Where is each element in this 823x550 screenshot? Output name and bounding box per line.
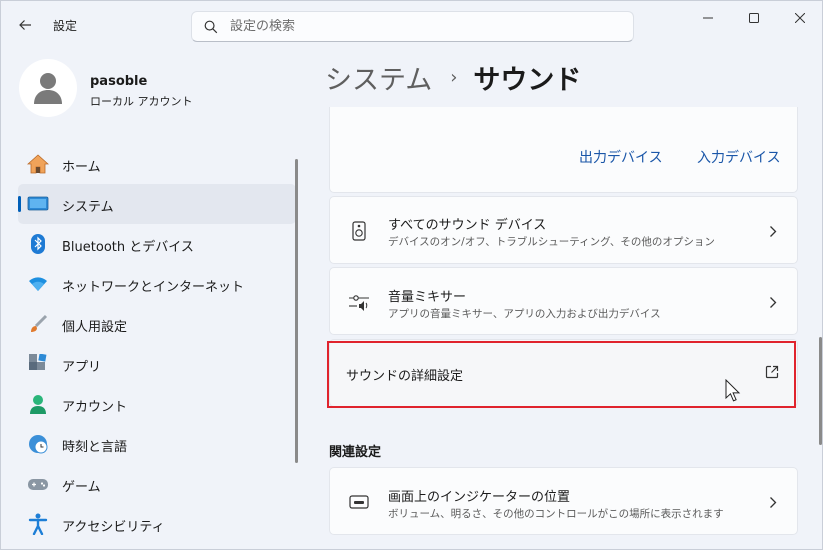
settings-window: 設定 pasoble ローカル アカウント ホーム [0, 0, 823, 550]
accessibility-icon [27, 513, 49, 535]
sidebar-item-accessibility[interactable]: アクセシビリティ [18, 504, 296, 544]
indicator-position-row[interactable]: 画面上のインジケーターの位置 ボリューム、明るさ、その他のコントロールがこの場所… [329, 467, 798, 535]
close-icon [795, 13, 805, 23]
clock-globe-icon [27, 433, 49, 455]
close-button[interactable] [777, 5, 822, 31]
sidebar-item-label: 時刻と言語 [62, 440, 128, 455]
sidebar-item-network[interactable]: ネットワークとインターネット [18, 264, 296, 304]
input-devices-link[interactable]: 入力デバイス [697, 147, 781, 167]
app-title: 設定 [53, 19, 78, 33]
chevron-right-icon [767, 224, 779, 238]
row-subtitle: デバイスのオン/オフ、トラブルシューティング、その他のオプション [388, 236, 715, 248]
row-title: 画面上のインジケーターの位置 [388, 490, 571, 505]
account-icon [27, 393, 49, 415]
related-settings-heading: 関連設定 [329, 445, 382, 460]
sidebar-item-label: ホーム [62, 160, 101, 175]
mouse-pointer-icon [725, 378, 741, 403]
sidebar-scrollbar[interactable] [295, 159, 298, 463]
sidebar-item-time-language[interactable]: 時刻と言語 [18, 424, 296, 464]
chevron-right-icon [767, 495, 779, 509]
display-indicator-icon [348, 491, 370, 513]
maximize-button[interactable] [731, 5, 777, 31]
sidebar-item-label: アカウント [62, 400, 128, 415]
all-sound-devices-row[interactable]: すべてのサウンド デバイス デバイスのオン/オフ、トラブルシューティング、その他… [329, 196, 798, 264]
chevron-right-icon [767, 295, 779, 309]
breadcrumb: システム › サウンド [325, 57, 581, 97]
search-icon [204, 20, 218, 33]
sidebar-item-label: ネットワークとインターネット [62, 280, 245, 295]
sidebar-item-apps[interactable]: アプリ [18, 344, 296, 384]
avatar [19, 59, 77, 117]
sidebar-item-accounts[interactable]: アカウント [18, 384, 296, 424]
sidebar-item-system[interactable]: システム [18, 184, 296, 224]
active-indicator [18, 196, 21, 212]
user-profile[interactable]: pasoble ローカル アカウント [19, 59, 289, 121]
bluetooth-icon [27, 233, 49, 255]
arrow-left-icon [19, 20, 31, 30]
speaker-icon [348, 220, 370, 242]
sidebar-item-label: アクセシビリティ [62, 520, 165, 535]
system-icon [27, 193, 49, 215]
mixer-icon [348, 291, 370, 313]
breadcrumb-parent[interactable]: システム [325, 58, 432, 97]
sidebar-item-bluetooth[interactable]: Bluetooth とデバイス [18, 224, 296, 264]
account-type: ローカル アカウント [90, 95, 193, 108]
row-title: すべてのサウンド デバイス [388, 218, 547, 233]
sidebar-item-personalization[interactable]: 個人用設定 [18, 304, 296, 344]
device-tabs-card: 出力デバイス 入力デバイス [329, 107, 798, 193]
home-icon [27, 153, 49, 175]
sidebar-item-label: アプリ [62, 360, 102, 375]
minimize-icon [703, 17, 713, 19]
output-devices-link[interactable]: 出力デバイス [579, 147, 663, 167]
gamepad-icon [27, 473, 49, 495]
back-button[interactable] [13, 13, 37, 37]
page-title: サウンド [473, 64, 582, 96]
apps-icon [27, 353, 49, 375]
search-box[interactable] [191, 11, 634, 42]
sidebar-item-home[interactable]: ホーム [18, 144, 296, 184]
content-scrollbar[interactable] [819, 337, 822, 445]
maximize-icon [749, 13, 759, 23]
row-subtitle: ボリューム、明るさ、その他のコントロールがこの場所に表示されます [388, 508, 724, 520]
sidebar-nav: ホーム システム Bluetooth とデバイス ネットワークとインターネット [18, 144, 296, 544]
sidebar-item-gaming[interactable]: ゲーム [18, 464, 296, 504]
volume-mixer-row[interactable]: 音量ミキサー アプリの音量ミキサー、アプリの入力および出力デバイス [329, 267, 798, 335]
sidebar-item-label: Bluetooth とデバイス [62, 240, 194, 255]
brush-icon [27, 313, 49, 335]
wifi-icon [27, 273, 49, 295]
user-icon [34, 73, 62, 104]
sidebar-item-label: 個人用設定 [62, 320, 128, 335]
sidebar-item-label: システム [62, 200, 114, 215]
sidebar-item-label: ゲーム [62, 480, 101, 495]
breadcrumb-separator: › [450, 66, 458, 88]
row-title: 音量ミキサー [388, 290, 467, 305]
row-subtitle: アプリの音量ミキサー、アプリの入力および出力デバイス [388, 308, 661, 320]
title-bar: 設定 [1, 1, 822, 47]
minimize-button[interactable] [685, 5, 731, 31]
search-input[interactable] [230, 19, 610, 34]
user-name: pasoble [90, 74, 148, 89]
